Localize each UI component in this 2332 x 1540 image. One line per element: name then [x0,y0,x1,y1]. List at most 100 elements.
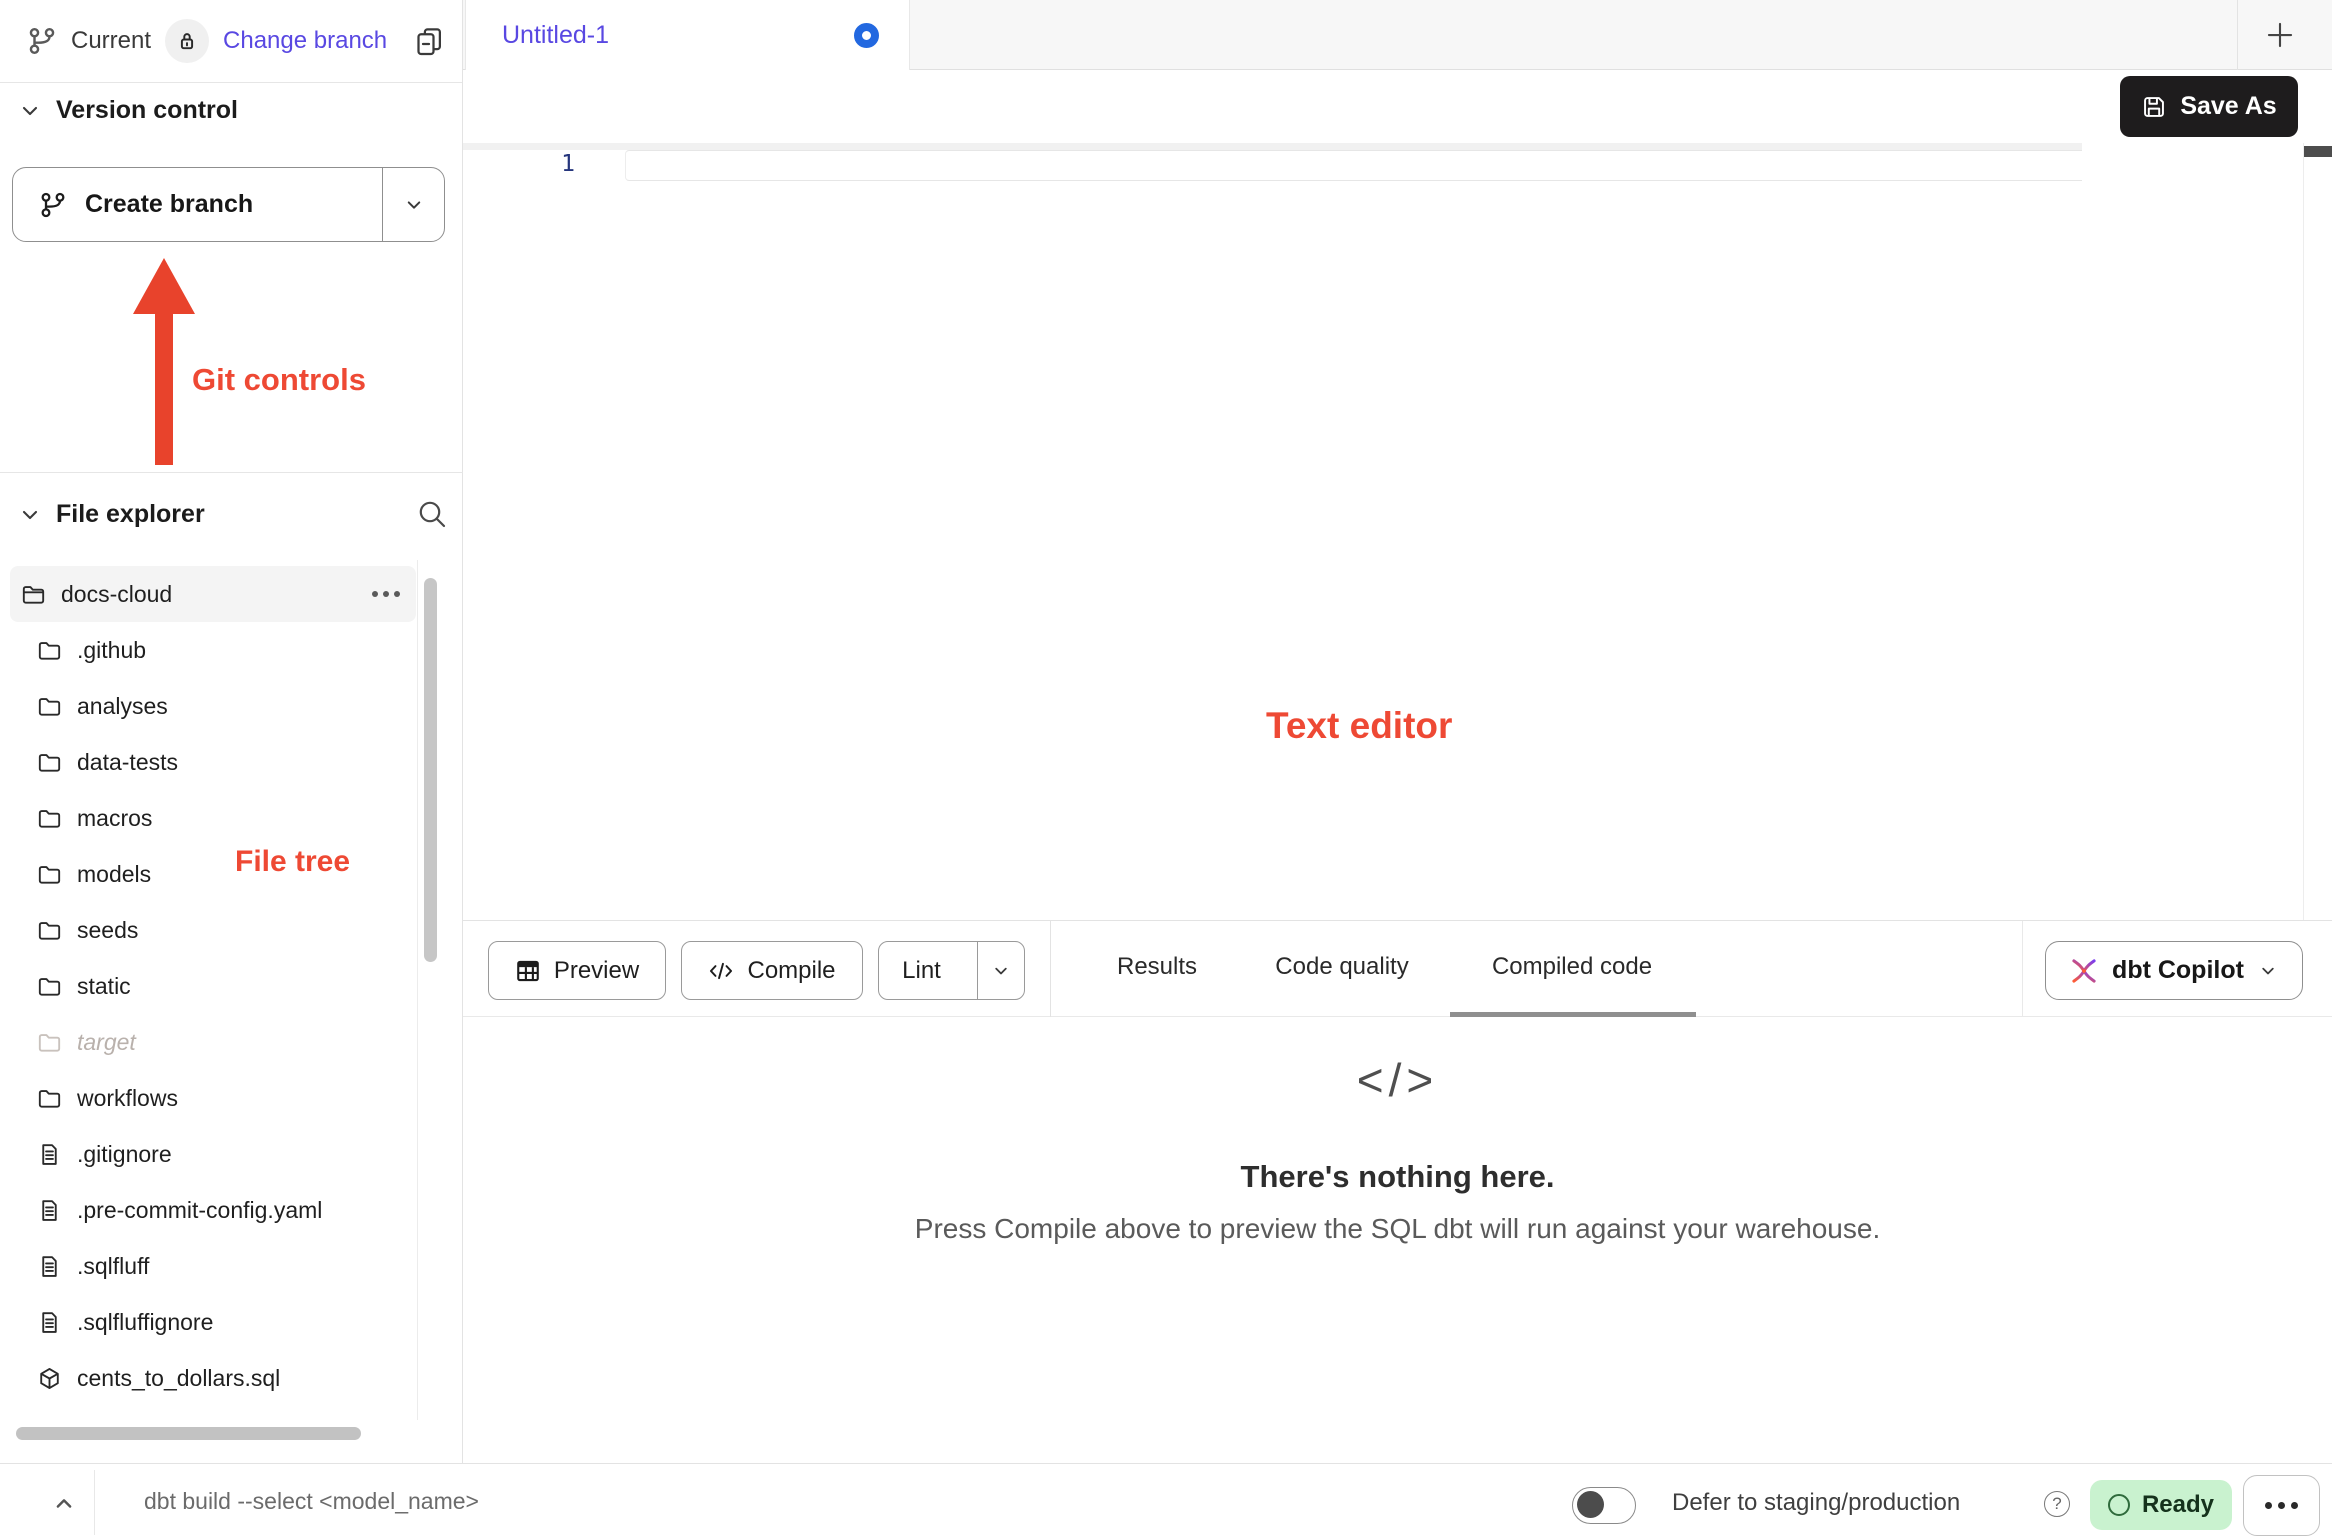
more-options-button[interactable] [2243,1475,2320,1536]
tree-item--sqlfluff[interactable]: .sqlfluff [10,1238,416,1294]
save-icon [2141,94,2167,120]
tree-item-models[interactable]: models [10,846,416,902]
change-branch-link[interactable]: Change branch [223,27,387,55]
tree-item--sqlfluffignore[interactable]: .sqlfluffignore [10,1294,416,1350]
save-as-button[interactable]: Save As [2120,76,2298,137]
file-explorer-title: File explorer [56,500,205,529]
tree-border [417,560,418,1420]
tree-item-label: .pre-commit-config.yaml [77,1197,322,1224]
lint-dropdown[interactable] [977,942,1024,999]
chevron-down-icon [990,960,1012,982]
command-bar: dbt build --select <model_name> Command … [0,1463,2332,1540]
copy-icon[interactable] [414,26,444,56]
tree-item-cents-to-dollars-sql[interactable]: cents_to_dollars.sql [10,1350,416,1406]
tree-item-analyses[interactable]: analyses [10,678,416,734]
tree-item--pre-commit-config-yaml[interactable]: .pre-commit-config.yaml [10,1182,416,1238]
defer-label: Defer to staging/production [1672,1489,1960,1517]
tree-item-docs-cloud[interactable]: docs-cloud [10,566,416,622]
tree-item-label: .gitignore [77,1141,172,1168]
tab-title: Untitled-1 [502,21,609,50]
editor-scrollbar-thumb[interactable] [2304,146,2332,157]
folder-icon [37,1030,62,1055]
file-explorer-section-header[interactable]: File explorer [18,500,205,529]
annotation-arrow [133,258,195,314]
tree-horizontal-scrollbar[interactable] [16,1427,361,1440]
branch-lock-badge [165,19,209,63]
editor-action-row: Save As [463,70,2332,143]
create-branch-button[interactable]: Create branch [12,167,445,242]
tree-vertical-scrollbar[interactable] [424,578,437,962]
file-icon [37,1198,62,1223]
sidebar: Current Change branch [0,0,463,1463]
tree-item-target[interactable]: target [10,1014,416,1070]
tree-item-label: .sqlfluff [77,1253,149,1280]
compile-button[interactable]: Compile [681,941,863,1000]
editor-active-line[interactable] [625,150,2082,181]
folder-icon [37,918,62,943]
tree-item-label: .sqlfluffignore [77,1309,213,1336]
annotation-git-controls: Git controls [192,362,366,398]
chevron-up-icon[interactable] [50,1489,78,1517]
folder-icon [37,974,62,999]
annotation-file-tree: File tree [235,845,350,879]
tree-item-workflows[interactable]: workflows [10,1070,416,1126]
dbt-cloud-ide: Current Change branch [0,0,2332,1540]
main-area: Untitled-1 Save As 1 [463,0,2332,1463]
copilot-label: dbt Copilot [2112,956,2244,985]
lint-button[interactable]: Lint [878,941,1025,1000]
file-icon [37,1254,62,1279]
folder-icon [37,638,62,663]
tree-item-label: .github [77,637,146,664]
annotation-arrow-shaft [155,310,173,465]
information-window: Information window </> There's nothing h… [463,1017,2332,1463]
git-header: Current Change branch [0,0,462,83]
folder-icon [37,1086,62,1111]
chevron-down-icon [18,99,42,123]
item-menu-button[interactable] [372,591,400,597]
preview-label: Preview [554,957,639,985]
tree-item-label: static [77,973,131,1000]
result-toolbar: Preview Compile Lint Results [463,920,2332,1017]
dbt-copilot-button[interactable]: dbt Copilot [2045,941,2303,1000]
file-icon [37,1142,62,1167]
help-icon[interactable]: ? [2044,1491,2070,1517]
tree-item-macros[interactable]: macros [10,790,416,846]
table-icon [515,958,541,984]
status-ring-icon [2108,1494,2130,1516]
version-control-title: Version control [56,96,238,125]
search-icon[interactable] [416,498,448,530]
unsaved-changes-dot [854,23,879,48]
status-badge: Ready [2090,1480,2232,1530]
create-branch-dropdown[interactable] [382,168,444,241]
file-icon [37,1310,62,1335]
annotation-text-editor: Text editor [1266,705,1452,747]
tree-item-seeds[interactable]: seeds [10,902,416,958]
lint-label[interactable]: Lint [879,942,964,999]
new-tab-button[interactable] [2263,18,2297,52]
tree-item--github[interactable]: .github [10,622,416,678]
tabbar-separator [2237,0,2238,70]
command-input[interactable]: dbt build --select <model_name> [144,1488,479,1515]
line-number: 1 [523,151,575,177]
tab-untitled-1[interactable]: Untitled-1 [465,0,910,70]
preview-button[interactable]: Preview [488,941,666,1000]
code-icon [708,958,734,984]
tree-item-static[interactable]: static [10,958,416,1014]
status-label: Ready [2142,1491,2214,1519]
tab-code-quality[interactable]: Code quality [1275,953,1408,981]
toggle-knob [1577,1491,1604,1518]
version-control-section-header[interactable]: Version control [18,96,238,125]
tree-item--gitignore[interactable]: .gitignore [10,1126,416,1182]
toolbar-separator [2022,921,2023,1018]
folder-icon [37,694,62,719]
empty-state-title: There's nothing here. [1241,1159,1555,1195]
model-icon [37,1366,62,1391]
tab-results[interactable]: Results [1117,953,1197,981]
lock-icon [175,29,199,53]
tree-item-label: target [77,1029,136,1056]
tab-compiled-code[interactable]: Compiled code [1492,953,1652,981]
editor-scrollbar-track [2303,143,2304,933]
defer-toggle[interactable] [1572,1487,1636,1524]
folder-icon [37,750,62,775]
tree-item-data-tests[interactable]: data-tests [10,734,416,790]
